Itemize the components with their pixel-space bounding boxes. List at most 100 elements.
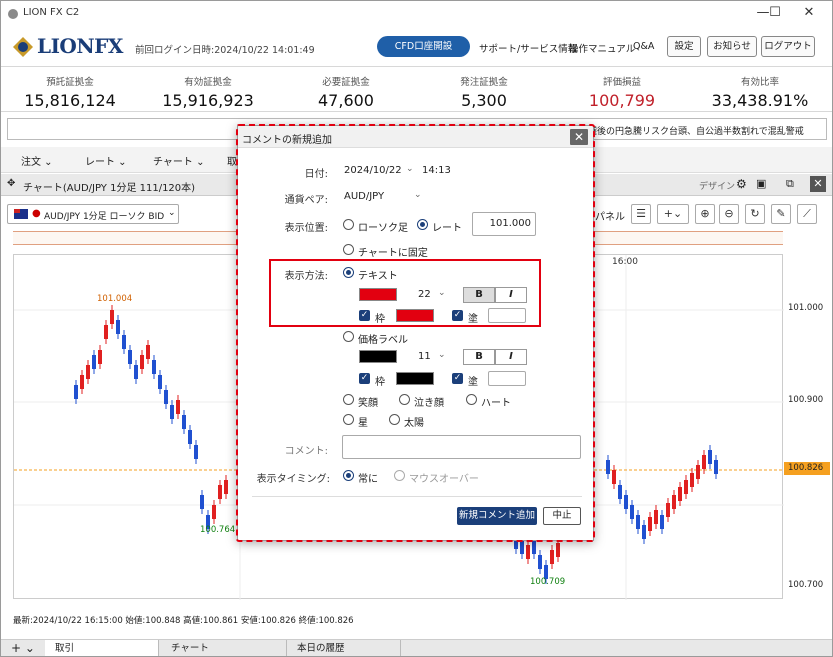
time-value[interactable]: 14:13: [422, 165, 451, 176]
candle: [648, 517, 652, 531]
draw-icon[interactable]: ⟋: [797, 204, 817, 224]
pair-value[interactable]: AUD/JPY: [344, 191, 384, 202]
ohlc-info: 最新:2024/10/22 16:15:00 始値:100.848 高値:100…: [13, 616, 354, 626]
zoom-in-icon[interactable]: ⊕: [695, 204, 715, 224]
indicator-icon[interactable]: ☰: [631, 204, 651, 224]
symbol-selector[interactable]: ● AUD/JPY 1分足 ローソク BID ⌄: [7, 204, 179, 224]
candle: [164, 390, 168, 404]
date-value[interactable]: 2024/10/22: [344, 165, 402, 176]
candle: [212, 505, 216, 519]
candle: [104, 325, 108, 339]
label-fill-checkbox[interactable]: ✓: [452, 373, 463, 384]
cancel-button[interactable]: 中止: [543, 507, 581, 525]
radio-heart[interactable]: [466, 394, 477, 405]
position-label: 表示位置:: [284, 223, 328, 234]
radio-price-label[interactable]: [343, 331, 354, 342]
menu-chart[interactable]: チャート ⌄: [153, 153, 204, 168]
size-chevron-icon[interactable]: ⌄: [438, 288, 446, 298]
add-comment-dialog: コメントの新規追加 ✕ 日付: 2024/10/22 ⌄ 14:13 通貨ペア:…: [237, 125, 594, 541]
candle: [170, 405, 174, 419]
australia-flag-icon: [14, 209, 28, 219]
add-comment-button[interactable]: 新規コメント追加: [457, 507, 537, 525]
design-label: デザイン: [699, 182, 736, 192]
radio-cry[interactable]: [399, 394, 410, 405]
manual-link[interactable]: 操作マニュアル: [569, 41, 635, 55]
date-chevron-icon[interactable]: ⌄: [406, 164, 414, 174]
text-color-swatch[interactable]: [359, 288, 397, 301]
candle: [690, 473, 694, 487]
candle: [520, 540, 524, 554]
tab-history[interactable]: 本日の履歴: [287, 640, 401, 656]
tab-chart[interactable]: チャート: [161, 640, 287, 656]
text-size-value[interactable]: 22: [418, 289, 431, 300]
radio-sun[interactable]: [389, 414, 400, 425]
gear-icon[interactable]: ⚙: [736, 177, 747, 191]
layout-icon[interactable]: ▣: [756, 177, 766, 190]
notices-button[interactable]: お知らせ: [707, 36, 757, 57]
frame-color-swatch[interactable]: [396, 309, 434, 322]
window-title: LION FX C2: [23, 7, 80, 18]
candle: [194, 445, 198, 459]
pair-chevron-icon[interactable]: ⌄: [414, 190, 422, 200]
radio-candle-label: ローソク足: [358, 223, 408, 234]
bold-button[interactable]: B: [463, 287, 495, 303]
y-tick: 100.700: [788, 580, 824, 590]
settings-button[interactable]: 設定: [667, 36, 701, 57]
add-tool-icon[interactable]: +⌄: [657, 204, 689, 224]
label-bold-button[interactable]: B: [463, 349, 495, 365]
label-color-swatch[interactable]: [359, 350, 397, 363]
maximize-button[interactable]: ☐: [755, 1, 795, 27]
menu-rate[interactable]: レート ⌄: [85, 153, 127, 168]
menu-order[interactable]: 注文 ⌄: [21, 153, 53, 168]
menu-trade[interactable]: 取: [227, 153, 237, 168]
comment-input[interactable]: [342, 435, 581, 459]
bottom-tab-bar: + ⌄ 取引 チャート 本日の履歴: [1, 639, 832, 656]
radio-rate[interactable]: [417, 219, 428, 230]
candle: [654, 510, 658, 524]
stat-effective-margin: 有効証拠金 15,916,923: [162, 77, 254, 110]
italic-button[interactable]: I: [495, 287, 527, 303]
rate-input[interactable]: 101.000: [472, 212, 536, 236]
radio-star[interactable]: [343, 414, 354, 425]
support-link[interactable]: サポート/サービス情報: [479, 41, 577, 55]
radio-mouseover[interactable]: [394, 470, 405, 481]
panel-label[interactable]: パネル: [595, 208, 625, 223]
candle: [642, 525, 646, 539]
candle: [134, 365, 138, 379]
smile-label: 笑顔: [358, 398, 378, 409]
refresh-icon[interactable]: ↻: [745, 204, 765, 224]
qa-link[interactable]: Q&A: [633, 41, 654, 52]
zoom-out-icon[interactable]: ⊖: [719, 204, 739, 224]
fill-checkbox[interactable]: ✓: [452, 310, 463, 321]
label-size-value[interactable]: 11: [418, 351, 431, 362]
radio-smile[interactable]: [343, 394, 354, 405]
star-label: 星: [358, 418, 368, 429]
sun-label: 太陽: [404, 418, 424, 429]
pen-icon[interactable]: ✎: [771, 204, 791, 224]
radio-fixed[interactable]: [343, 244, 354, 255]
logout-button[interactable]: ログアウト: [761, 36, 815, 57]
candle: [636, 515, 640, 529]
candle: [122, 335, 126, 349]
dialog-close-icon[interactable]: ✕: [570, 129, 588, 145]
radio-text[interactable]: [343, 267, 354, 278]
label-fill-swatch[interactable]: [488, 371, 526, 386]
radio-always[interactable]: [343, 470, 354, 481]
add-tab-icon[interactable]: + ⌄: [11, 640, 35, 656]
label-frame-swatch[interactable]: [396, 372, 434, 385]
low-price-label: 100.764: [200, 525, 236, 535]
chart-close-icon[interactable]: ✕: [810, 176, 826, 192]
restore-icon[interactable]: ⧉: [786, 177, 794, 191]
radio-fixed-label: チャートに固定: [358, 248, 428, 259]
label-size-chevron-icon[interactable]: ⌄: [438, 350, 446, 360]
move-icon[interactable]: ✥: [7, 178, 15, 189]
radio-candle[interactable]: [343, 219, 354, 230]
candle: [526, 545, 530, 559]
fill-color-swatch[interactable]: [488, 308, 526, 323]
frame-checkbox[interactable]: ✓: [359, 310, 370, 321]
tab-trade[interactable]: 取引: [45, 640, 159, 656]
label-italic-button[interactable]: I: [495, 349, 527, 365]
candle: [80, 375, 84, 389]
cfd-account-button[interactable]: CFD口座開設: [377, 36, 470, 57]
label-frame-checkbox[interactable]: ✓: [359, 373, 370, 384]
